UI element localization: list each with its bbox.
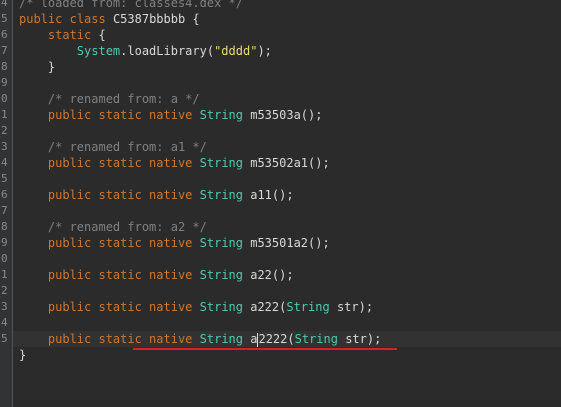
- comment-text: /* renamed from: a2 */: [47, 220, 207, 234]
- comment-loaded-from: /* loaded from: classes4.dex */: [19, 0, 243, 10]
- line-number: 5: [1, 12, 8, 25]
- method-name: a222(: [250, 300, 287, 314]
- return-type: String: [199, 332, 243, 346]
- line-number: 3: [1, 300, 8, 313]
- line-number: 7: [1, 44, 8, 57]
- method-m53502a1: public static native String m53502a1();: [19, 155, 330, 171]
- method-modifiers: public static native: [47, 108, 193, 122]
- param-type: String: [286, 300, 330, 314]
- line-number: 4: [1, 0, 8, 9]
- line-number: 9: [1, 76, 8, 89]
- param-name: str);: [336, 300, 374, 314]
- method-name: m53502a1();: [250, 156, 330, 170]
- line-number: 4: [1, 156, 8, 169]
- return-type: String: [199, 108, 243, 122]
- param-type: String: [294, 332, 338, 346]
- line-number: 7: [1, 204, 8, 217]
- method-a222: public static native String a222(String …: [19, 299, 373, 315]
- return-type: String: [199, 236, 243, 250]
- class-name: C5387bbbbb {: [112, 12, 200, 26]
- line-number: 8: [1, 220, 8, 233]
- line-number: 1: [1, 108, 8, 121]
- method-name: m53503a();: [250, 108, 323, 122]
- line-number: 3: [1, 140, 8, 153]
- method-name: a22();: [250, 268, 294, 282]
- method-call: .loadLibrary(: [120, 44, 215, 58]
- method-a2222: public static native String a2222(String…: [19, 331, 381, 347]
- brace-open: {: [98, 28, 106, 42]
- method-modifiers: public static native: [47, 156, 193, 170]
- red-underline-annotation: [133, 348, 397, 350]
- method-m53503a: public static native String m53503a();: [19, 107, 323, 123]
- class-declaration: public class C5387bbbbb {: [19, 11, 200, 27]
- method-modifiers: public static native: [47, 236, 193, 250]
- comment-renamed-a2: /* renamed from: a2 */: [19, 219, 207, 235]
- system-class: System: [76, 44, 121, 58]
- return-type: String: [199, 156, 243, 170]
- line-number: 4: [1, 316, 8, 329]
- code-editor[interactable]: 4 5 6 7 8 9 0 1 2 3 4 5 6 7 8 9 0 1 2 3 …: [0, 0, 561, 407]
- line-number: 5: [1, 332, 8, 345]
- comment-renamed-a1: /* renamed from: a1 */: [19, 139, 207, 155]
- param-name: str);: [345, 332, 382, 346]
- line-number: 0: [1, 252, 8, 265]
- line-number-gutter: 4 5 6 7 8 9 0 1 2 3 4 5 6 7 8 9 0 1 2 3 …: [0, 0, 13, 407]
- class-close-brace: }: [19, 348, 27, 362]
- comment-text: /* renamed from: a1 */: [47, 140, 207, 154]
- line-number: 6: [1, 28, 8, 41]
- keyword-static: static: [47, 28, 92, 42]
- library-name-string: "dddd": [214, 44, 258, 58]
- comment-text: /* renamed from: a */: [47, 92, 200, 106]
- method-a11: public static native String a11();: [19, 187, 294, 203]
- line-number: 1: [1, 268, 8, 281]
- line-number: 2: [1, 124, 8, 137]
- line-number: 9: [1, 236, 8, 249]
- brace-close: }: [47, 60, 56, 74]
- load-library-call: System.loadLibrary("dddd");: [19, 43, 272, 59]
- return-type: String: [199, 188, 243, 202]
- method-m53501a2: public static native String m53501a2();: [19, 235, 330, 251]
- method-name: a11();: [250, 188, 294, 202]
- method-name: m53501a2();: [250, 236, 330, 250]
- static-block-close: }: [19, 59, 55, 75]
- method-modifiers: public static native: [47, 332, 193, 346]
- line-number: 0: [1, 92, 8, 105]
- keyword-public: public: [19, 12, 63, 26]
- comment-renamed-a: /* renamed from: a */: [19, 91, 200, 107]
- line-number: 8: [1, 60, 8, 73]
- return-type: String: [199, 268, 243, 282]
- return-type: String: [199, 300, 243, 314]
- line-number: 6: [1, 188, 8, 201]
- method-name-start: a: [250, 332, 258, 346]
- method-modifiers: public static native: [47, 300, 193, 314]
- line-number: 5: [1, 172, 8, 185]
- method-name-rest: 2222(: [258, 332, 295, 346]
- static-block-open: static {: [19, 27, 106, 43]
- line-number: 2: [1, 284, 8, 297]
- method-modifiers: public static native: [47, 188, 193, 202]
- method-a22: public static native String a22();: [19, 267, 294, 283]
- method-modifiers: public static native: [47, 268, 193, 282]
- keyword-class: class: [69, 12, 106, 26]
- call-end: );: [257, 44, 272, 58]
